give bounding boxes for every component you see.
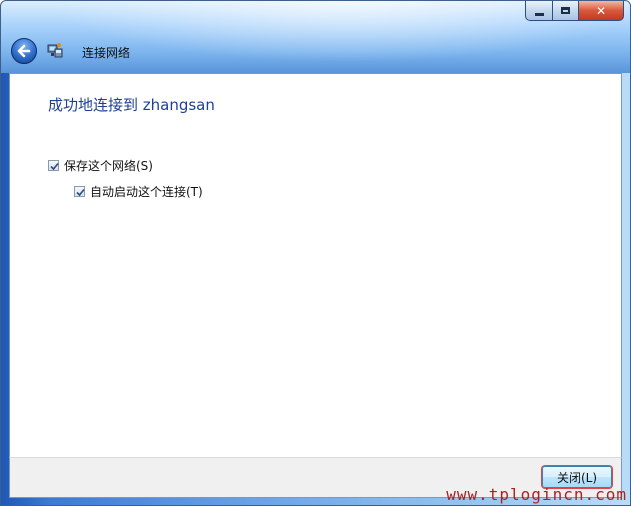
auto-connect-option[interactable]: 自动启动这个连接(T) [74, 183, 203, 200]
back-arrow-icon [17, 44, 31, 58]
checkmark-icon [76, 188, 85, 197]
content-panel: 成功地连接到 zhangsan 保存这个网络(S) 自动启动这个连接(T) [9, 73, 622, 457]
minimize-icon [534, 12, 544, 16]
close-window-button[interactable]: ✕ [579, 1, 624, 21]
checkmark-icon [50, 162, 59, 171]
auto-connect-label: 自动启动这个连接(T) [90, 185, 203, 199]
connection-success-heading: 成功地连接到 zhangsan [48, 96, 215, 114]
save-network-option[interactable]: 保存这个网络(S) [48, 157, 153, 174]
title-bar: ✕ 连接网络 [1, 1, 630, 73]
back-button[interactable] [11, 38, 37, 64]
window-title: 连接网络 [82, 46, 131, 60]
connect-network-window: ✕ 连接网络 成功地连接到 zhangsan 保存这个网络(S) 自动启动这个连… [0, 0, 631, 506]
minimize-button[interactable] [525, 1, 553, 21]
maximize-button[interactable] [553, 1, 579, 21]
save-network-label: 保存这个网络(S) [64, 159, 153, 173]
auto-connect-checkbox[interactable] [74, 186, 85, 197]
save-network-checkbox[interactable] [48, 160, 59, 171]
network-connection-icon [47, 43, 63, 58]
maximize-icon [561, 7, 570, 14]
close-icon: ✕ [595, 3, 607, 18]
watermark-text: www.tplogincn.com [446, 485, 627, 504]
caption-buttons: ✕ [525, 1, 624, 21]
